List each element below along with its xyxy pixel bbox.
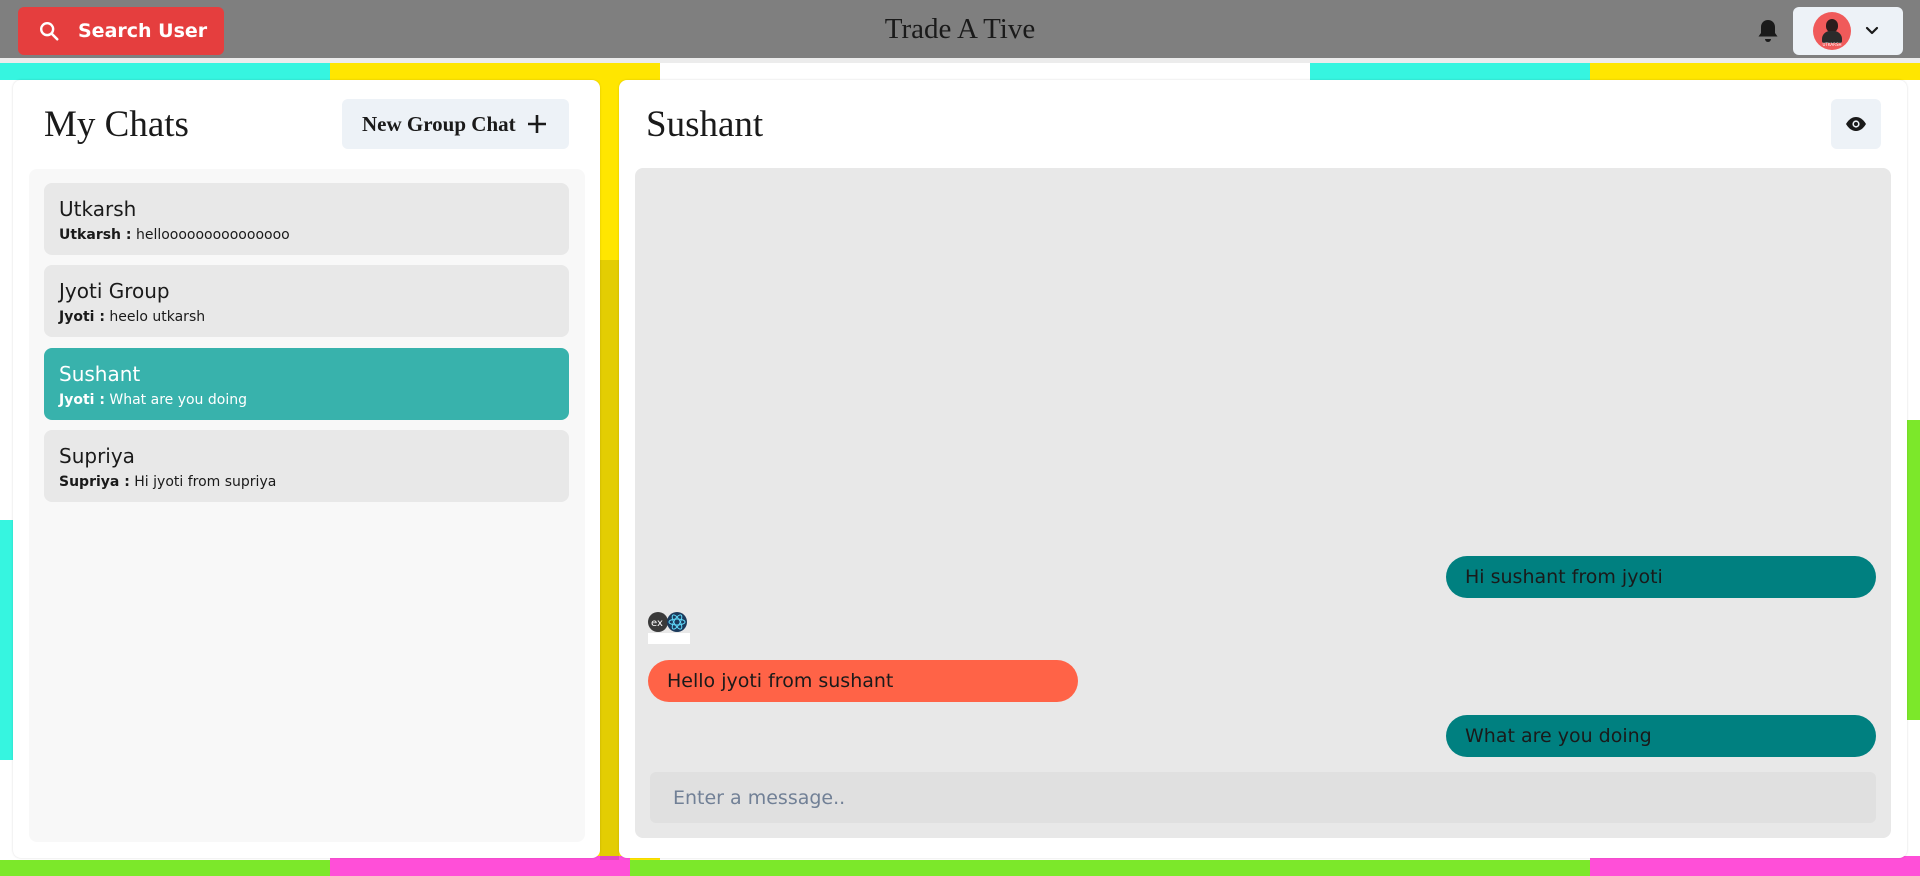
chat-preview: Jyoti : What are you doing — [59, 392, 247, 408]
message-bubble-outgoing: What are you doing — [1446, 715, 1876, 757]
eye-icon — [1846, 117, 1866, 131]
top-bar: Search User Trade A Tive UTKARSH — [0, 0, 1920, 63]
chat-name: Jyoti Group — [59, 279, 170, 303]
chat-item-jyoti-group[interactable]: Jyoti Group Jyoti : heelo utkarsh — [44, 265, 569, 337]
avatar-text: UTKARSH — [1822, 42, 1842, 47]
search-icon — [40, 22, 59, 41]
chevron-down-icon — [1865, 26, 1879, 35]
chat-item-sushant[interactable]: Sushant Jyoti : What are you doing — [44, 348, 569, 420]
chat-name: Supriya — [59, 444, 135, 468]
chat-name: Sushant — [59, 362, 141, 386]
search-user-label: Search User — [78, 20, 208, 42]
message-bubble-outgoing: Hi sushant from jyoti — [1446, 556, 1876, 598]
conversation-title: Sushant — [646, 104, 764, 145]
notification-bell[interactable] — [1756, 18, 1780, 44]
my-chats-panel: My Chats New Group Chat Utkarsh Utkarsh … — [13, 80, 600, 858]
messages-area: Hi sushant from jyoti ex Hello jyoti fro… — [635, 168, 1891, 838]
search-user-button[interactable]: Search User — [18, 7, 224, 55]
svg-text:ex: ex — [651, 618, 663, 629]
my-chats-title: My Chats — [44, 104, 189, 145]
message-bubble-incoming: Hello jyoti from sushant — [648, 660, 1078, 702]
avatar: UTKARSH — [1813, 12, 1851, 50]
message-text: Hi sushant from jyoti — [1465, 566, 1663, 588]
chat-list: Utkarsh Utkarsh : hellooooooooooooooo Jy… — [29, 169, 585, 842]
chat-preview: Jyoti : heelo utkarsh — [59, 309, 206, 325]
chat-name: Utkarsh — [59, 197, 137, 221]
chat-item-supriya[interactable]: Supriya Supriya : Hi jyoti from supriya — [44, 430, 569, 502]
sender-avatar: ex — [648, 612, 690, 644]
app-title: Trade A Tive — [884, 13, 1036, 45]
message-text: Hello jyoti from sushant — [667, 670, 894, 692]
chat-preview: Supriya : Hi jyoti from supriya — [59, 474, 277, 490]
message-input[interactable] — [650, 772, 1876, 823]
bell-icon — [1758, 20, 1778, 42]
new-group-chat-label: New Group Chat — [362, 111, 516, 136]
message-text: What are you doing — [1465, 725, 1652, 747]
new-group-chat-button[interactable]: New Group Chat — [342, 99, 569, 149]
view-profile-button[interactable] — [1831, 99, 1881, 149]
chat-preview: Utkarsh : hellooooooooooooooo — [59, 227, 290, 243]
profile-menu-button[interactable]: UTKARSH — [1793, 7, 1903, 55]
plus-icon — [527, 115, 546, 133]
conversation-panel: Sushant Hi sushant from jyoti ex Hello j… — [619, 80, 1907, 858]
chat-item-utkarsh[interactable]: Utkarsh Utkarsh : hellooooooooooooooo — [44, 183, 569, 255]
